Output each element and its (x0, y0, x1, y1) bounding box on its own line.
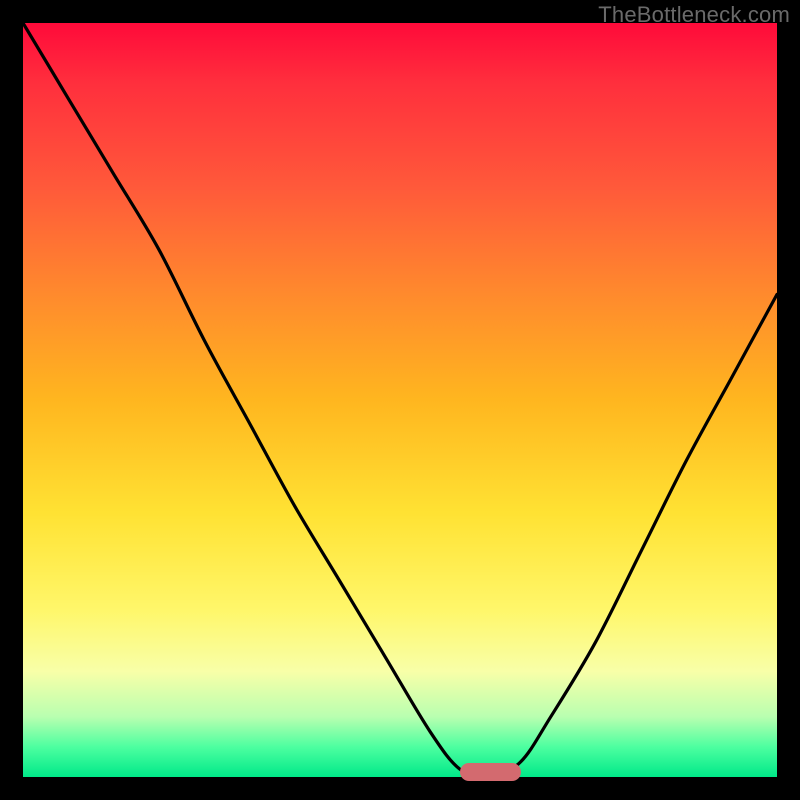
chart-frame: TheBottleneck.com (0, 0, 800, 800)
plot-area (23, 23, 777, 777)
watermark-text: TheBottleneck.com (598, 2, 790, 28)
bottleneck-curve (23, 23, 777, 777)
optimal-marker (460, 763, 520, 781)
